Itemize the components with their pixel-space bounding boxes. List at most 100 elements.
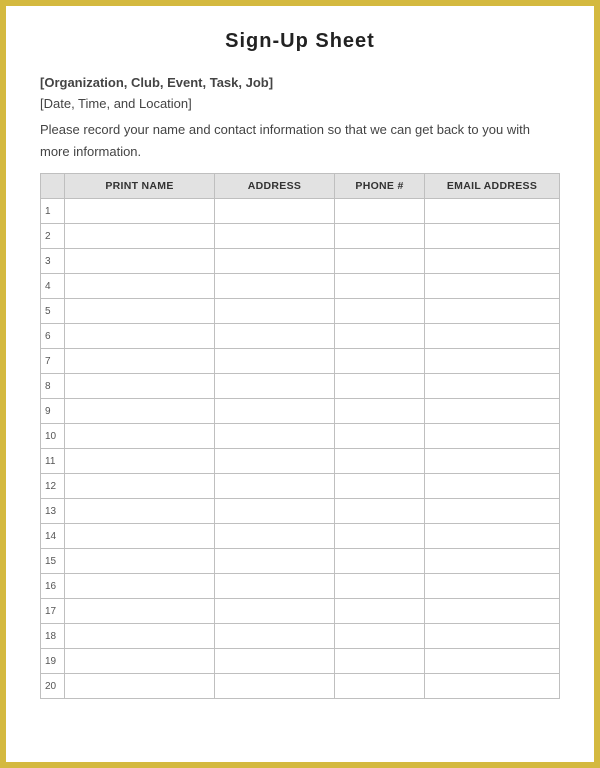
instructions-text: Please record your name and contact info… [40,119,560,163]
table-row: 8 [41,374,560,399]
cell-email[interactable] [425,349,560,374]
cell-address[interactable] [215,499,335,524]
cell-address[interactable] [215,574,335,599]
cell-address[interactable] [215,424,335,449]
cell-email[interactable] [425,549,560,574]
cell-email[interactable] [425,299,560,324]
cell-email[interactable] [425,249,560,274]
cell-email[interactable] [425,524,560,549]
cell-name[interactable] [65,624,215,649]
cell-email[interactable] [425,199,560,224]
cell-name[interactable] [65,274,215,299]
cell-email[interactable] [425,449,560,474]
cell-address[interactable] [215,324,335,349]
cell-address[interactable] [215,449,335,474]
cell-name[interactable] [65,399,215,424]
table-row: 11 [41,449,560,474]
cell-phone[interactable] [335,349,425,374]
row-number: 1 [41,199,65,224]
cell-name[interactable] [65,424,215,449]
cell-name[interactable] [65,199,215,224]
cell-name[interactable] [65,299,215,324]
cell-address[interactable] [215,624,335,649]
table-header-row: PRINT NAME ADDRESS PHONE # EMAIL ADDRESS [41,174,560,199]
row-number: 2 [41,224,65,249]
cell-email[interactable] [425,574,560,599]
row-number: 14 [41,524,65,549]
cell-name[interactable] [65,224,215,249]
cell-phone[interactable] [335,424,425,449]
cell-email[interactable] [425,499,560,524]
cell-name[interactable] [65,349,215,374]
cell-email[interactable] [425,374,560,399]
cell-name[interactable] [65,249,215,274]
cell-phone[interactable] [335,399,425,424]
cell-address[interactable] [215,374,335,399]
cell-name[interactable] [65,449,215,474]
cell-phone[interactable] [335,474,425,499]
cell-phone[interactable] [335,649,425,674]
cell-address[interactable] [215,474,335,499]
cell-email[interactable] [425,599,560,624]
cell-phone[interactable] [335,549,425,574]
cell-address[interactable] [215,674,335,699]
cell-address[interactable] [215,224,335,249]
cell-email[interactable] [425,324,560,349]
cell-phone[interactable] [335,224,425,249]
cell-name[interactable] [65,324,215,349]
cell-phone[interactable] [335,574,425,599]
cell-address[interactable] [215,399,335,424]
table-row: 2 [41,224,560,249]
cell-phone[interactable] [335,274,425,299]
cell-email[interactable] [425,474,560,499]
row-number: 13 [41,499,65,524]
row-number: 17 [41,599,65,624]
cell-name[interactable] [65,549,215,574]
table-row: 20 [41,674,560,699]
cell-phone[interactable] [335,624,425,649]
cell-phone[interactable] [335,499,425,524]
cell-name[interactable] [65,374,215,399]
org-placeholder: [Organization, Club, Event, Task, Job] [40,75,560,90]
cell-name[interactable] [65,649,215,674]
cell-phone[interactable] [335,674,425,699]
cell-address[interactable] [215,599,335,624]
cell-name[interactable] [65,574,215,599]
cell-address[interactable] [215,549,335,574]
row-number: 10 [41,424,65,449]
table-row: 19 [41,649,560,674]
cell-address[interactable] [215,349,335,374]
cell-email[interactable] [425,424,560,449]
cell-phone[interactable] [335,374,425,399]
table-row: 13 [41,499,560,524]
cell-phone[interactable] [335,524,425,549]
cell-name[interactable] [65,474,215,499]
cell-email[interactable] [425,274,560,299]
cell-name[interactable] [65,499,215,524]
cell-address[interactable] [215,299,335,324]
cell-address[interactable] [215,649,335,674]
cell-name[interactable] [65,674,215,699]
cell-email[interactable] [425,674,560,699]
cell-phone[interactable] [335,324,425,349]
cell-phone[interactable] [335,299,425,324]
cell-address[interactable] [215,274,335,299]
row-number: 4 [41,274,65,299]
cell-email[interactable] [425,224,560,249]
cell-address[interactable] [215,524,335,549]
cell-phone[interactable] [335,199,425,224]
row-number: 6 [41,324,65,349]
cell-name[interactable] [65,599,215,624]
cell-email[interactable] [425,649,560,674]
table-row: 9 [41,399,560,424]
cell-phone[interactable] [335,599,425,624]
table-row: 5 [41,299,560,324]
cell-phone[interactable] [335,249,425,274]
cell-email[interactable] [425,624,560,649]
cell-phone[interactable] [335,449,425,474]
datetime-placeholder: [Date, Time, and Location] [40,96,560,111]
cell-address[interactable] [215,249,335,274]
cell-address[interactable] [215,199,335,224]
cell-email[interactable] [425,399,560,424]
cell-name[interactable] [65,524,215,549]
